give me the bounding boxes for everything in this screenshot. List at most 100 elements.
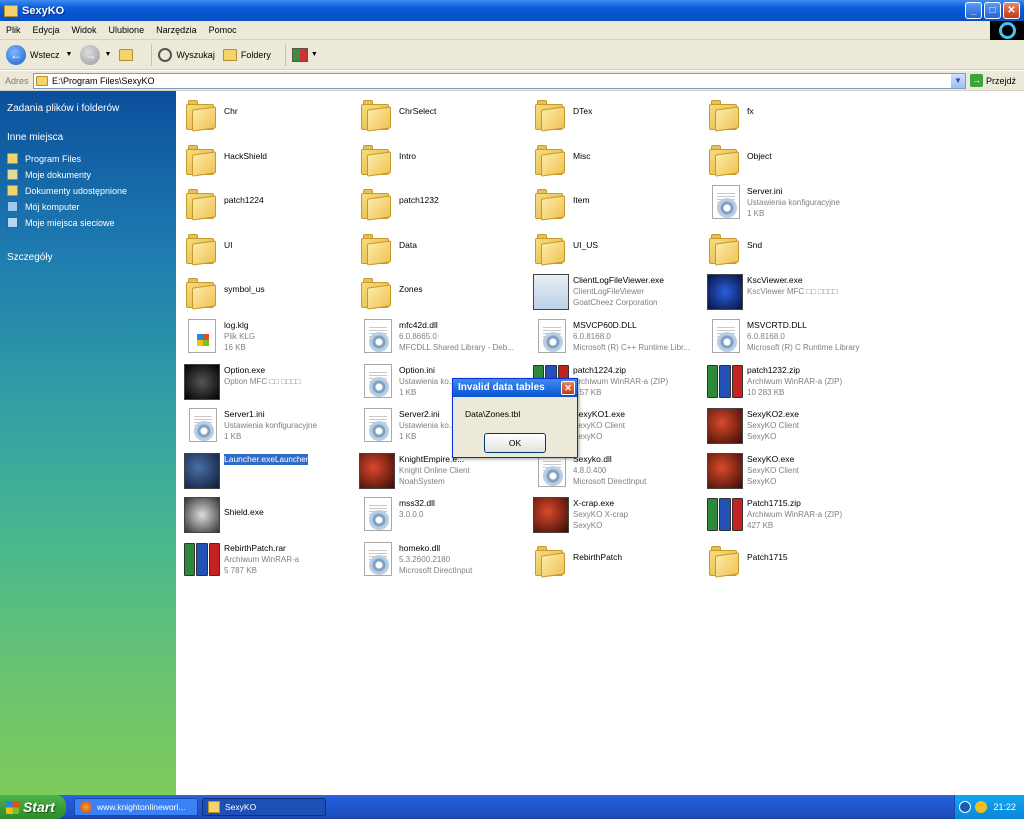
place-label: Moje miejsca sieciowe [25,217,115,228]
file-text: symbol_us [224,284,354,295]
back-dropdown-icon[interactable]: ▼ [66,51,73,58]
taskbar-item-browser[interactable]: www.knightonlineworl... [74,798,198,816]
address-input[interactable]: E:\Program Files\SexyKO ▼ [33,73,966,89]
file-text: Patch1715 [747,552,877,563]
computer-icon [7,201,18,212]
file-item[interactable]: SexyKO2.exe SexyKO Client SexyKO [701,404,873,446]
file-item[interactable]: mfc42d.dll 6.0.8665.0 MFCDLL Shared Librar… [353,315,525,357]
place-my-documents[interactable]: Moje dokumenty [7,169,91,180]
documents-icon [7,169,18,180]
file-item[interactable]: Item [527,181,699,223]
file-item[interactable]: Server.ini Ustawienia konfiguracyjne 1 KB [701,181,873,223]
dialog-title-bar[interactable]: Invalid data tables ✕ [453,379,577,397]
dialog-close-button[interactable]: ✕ [561,381,575,395]
menu-file[interactable]: Plik [0,25,27,35]
file-item[interactable]: Data [353,226,525,268]
shared-folder-icon [7,185,18,196]
menu-help[interactable]: Pomoc [203,25,243,35]
file-item[interactable]: Zones [353,270,525,312]
file-text: patch1224 [224,195,354,206]
file-item[interactable]: SexyKO.exe SexyKO Client SexyKO [701,449,873,491]
file-item[interactable]: RebirthPatch [527,538,699,580]
file-item[interactable]: Object [701,137,873,179]
tasks-heading[interactable]: Zadania plików i folderów [7,103,119,114]
folders-label: Foldery [240,49,271,60]
file-item[interactable]: Misc [527,137,699,179]
menu-view[interactable]: Widok [66,25,103,35]
application-icon [531,495,569,534]
menu-favorites[interactable]: Ulubione [103,25,151,35]
folder-icon [7,153,18,164]
address-dropdown-icon[interactable]: ▼ [951,74,965,88]
file-type: Archiwum WinRAR-a [224,555,300,564]
folders-button[interactable]: Foldery [222,48,271,61]
file-item[interactable]: Launcher.exeLauncher [178,449,350,491]
title-bar[interactable]: SexyKO _ □ ✕ [0,0,1024,21]
back-button[interactable]: ← Wstecz ▼ [6,44,73,65]
go-button[interactable]: → Przejdź [970,74,1016,87]
file-text: log.klg Plik KLG 16 KB [224,320,354,353]
file-type: SexyKO X-crap [573,510,629,520]
file-item[interactable]: Shield.exe [178,493,350,535]
folder-icon [182,183,220,221]
maximize-button[interactable]: □ [984,2,1001,19]
file-item[interactable]: MSVCRTD.DLL 6.0.8168.0 Microsoft (R) C Run… [701,315,873,357]
file-item[interactable]: patch1232 [353,181,525,223]
file-item[interactable]: DTex [527,92,699,134]
start-button[interactable]: Start [0,795,66,819]
file-item[interactable]: ChrSelect [353,92,525,134]
file-name: Chr [224,106,238,116]
file-item[interactable]: mss32.dll 3.0.0.0 [353,493,525,535]
tray-app-icon[interactable] [975,801,988,813]
details-heading[interactable]: Szczegóły [7,252,53,263]
file-item[interactable]: UI [178,226,350,268]
close-button[interactable]: ✕ [1003,2,1020,19]
file-item[interactable]: patch1232.zip Archiwum WinRAR-a (ZIP) 10 2… [701,360,873,402]
file-item[interactable]: X-crap.exe SexyKO X-crap SexyKO [527,493,699,535]
folder-icon [208,801,220,813]
file-item[interactable]: UI_US [527,226,699,268]
search-button[interactable]: Wyszukaj [158,47,215,62]
dialog-ok-button[interactable]: OK [484,433,546,453]
file-item[interactable]: Chr [178,92,350,134]
folder-icon [36,76,48,86]
file-name: RebirthPatch [573,552,623,562]
file-item[interactable]: Server1.ini Ustawienia konfiguracyjne 1 KB [178,404,350,446]
folder-icon [705,139,743,177]
settings-file-icon [705,183,743,221]
menu-tools[interactable]: Narzędzia [150,25,203,35]
file-item[interactable]: patch1224 [178,181,350,223]
file-item[interactable]: fx [701,92,873,134]
file-item[interactable]: Patch1715.zip Archiwum WinRAR-a (ZIP) 427 … [701,493,873,535]
file-text: Object [747,151,877,162]
file-item[interactable]: homeko.dll 5.3.2600.2180 Microsoft DirectI… [353,538,525,580]
taskbar-item-explorer[interactable]: SexyKO [202,798,326,816]
settings-file-icon [357,406,395,444]
file-item[interactable]: Snd [701,226,873,268]
minimize-button[interactable]: _ [965,2,982,19]
file-item[interactable]: HackShield [178,137,350,179]
forward-dropdown-icon[interactable]: ▼ [104,51,111,58]
place-shared-documents[interactable]: Dokumenty udostępnione [7,185,127,196]
views-button[interactable]: ▼ [291,47,318,62]
file-item[interactable]: Patch1715 [701,538,873,580]
windows-logo-icon [990,21,1024,40]
task-pane: Zadania plików i folderów Inne miejsca P… [0,91,176,795]
place-my-computer[interactable]: Mój komputer [7,201,80,212]
file-item[interactable]: MSVCP60D.DLL 6.0.8168.0 Microsoft (R) C++ … [527,315,699,357]
place-network[interactable]: Moje miejsca sieciowe [7,217,115,228]
up-button[interactable] [119,48,137,61]
file-item[interactable]: Option.exe Option MFC □□ □□□□ [178,360,350,402]
file-item[interactable]: RebirthPatch.rar Archiwum WinRAR-a 5 787 K… [178,538,350,580]
file-text: Zones [399,284,529,295]
place-program-files[interactable]: Program Files [7,153,81,164]
file-item[interactable]: log.klg Plik KLG 16 KB [178,315,350,357]
menu-edit[interactable]: Edycja [27,25,66,35]
file-item[interactable]: symbol_us [178,270,350,312]
file-item[interactable]: Intro [353,137,525,179]
file-item[interactable]: KscViewer.exe KscViewer MFC □□ □□□□ [701,270,873,312]
other-places-heading[interactable]: Inne miejsca [7,132,63,143]
file-item[interactable]: ClientLogFileViewer.exe ClientLogFileView… [527,270,699,312]
forward-button[interactable]: → ▼ [80,44,111,65]
tray-network-icon[interactable] [959,801,971,813]
